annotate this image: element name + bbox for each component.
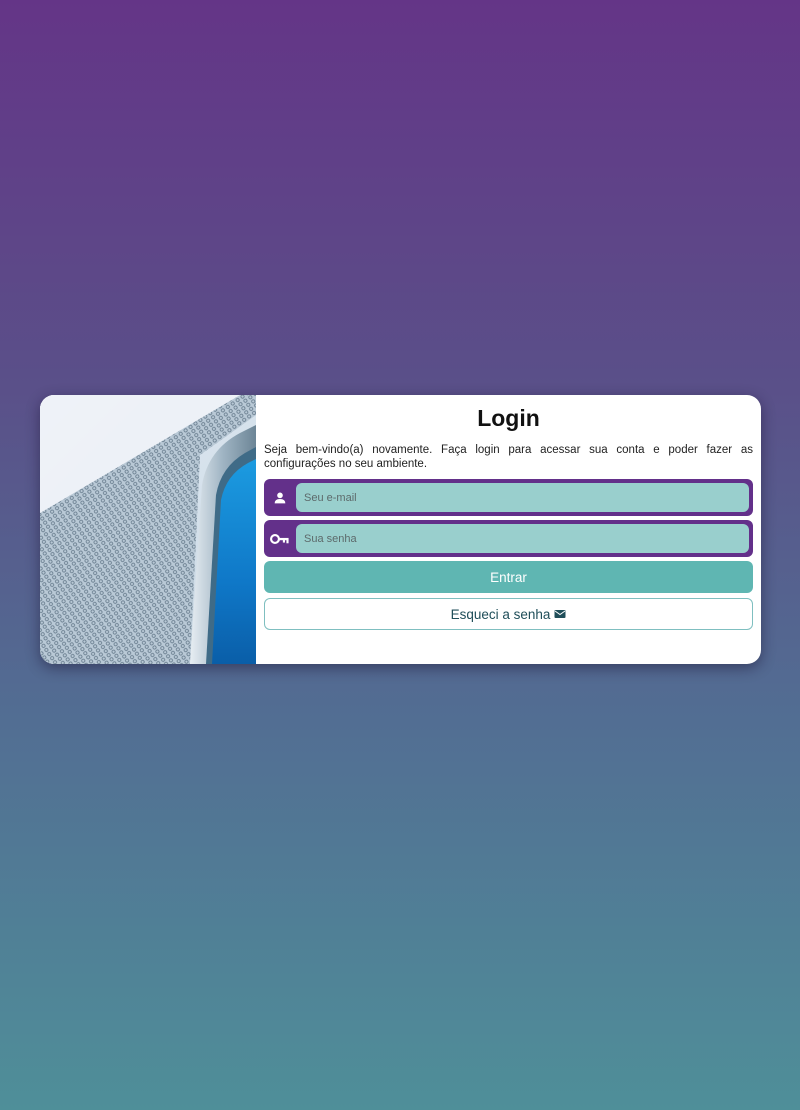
welcome-text: Seja bem-vindo(a) novamente. Faça login … xyxy=(264,444,753,470)
login-card: Login Seja bem-vindo(a) novamente. Faça … xyxy=(40,395,761,664)
login-button[interactable]: Entrar xyxy=(264,561,753,593)
email-input[interactable] xyxy=(296,483,749,512)
email-field-group xyxy=(264,479,753,516)
password-input[interactable] xyxy=(296,524,749,553)
password-field-group xyxy=(264,520,753,557)
person-icon xyxy=(264,490,296,506)
login-form: Login Seja bem-vindo(a) novamente. Faça … xyxy=(256,395,761,664)
page-title: Login xyxy=(477,405,540,431)
building-image xyxy=(40,395,256,664)
forgot-password-label: Esqueci a senha xyxy=(450,606,551,622)
key-icon xyxy=(264,532,296,546)
forgot-password-button[interactable]: Esqueci a senha xyxy=(264,598,753,630)
mail-icon xyxy=(554,607,566,622)
